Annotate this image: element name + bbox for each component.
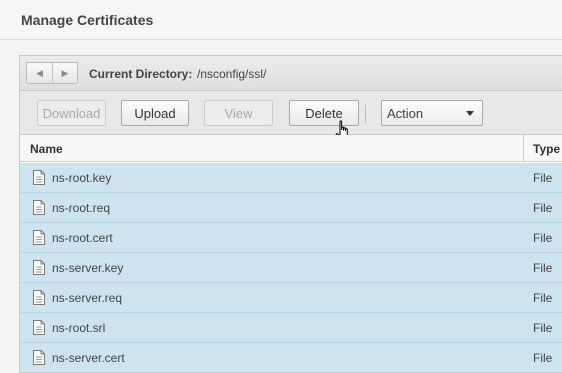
table-header: Name Type	[20, 135, 562, 162]
directory-bar: ◀ ▶ Current Directory: /nsconfig/ssl/	[20, 56, 562, 91]
history-nav: ◀ ▶	[26, 62, 78, 84]
file-name: ns-root.cert	[52, 231, 113, 245]
chevron-left-icon: ◀	[36, 67, 43, 78]
file-name: ns-server.req	[52, 291, 123, 305]
file-type: File	[533, 321, 553, 335]
forward-button[interactable]: ▶	[52, 63, 77, 83]
current-directory-path: /nsconfig/ssl/	[197, 67, 267, 81]
upload-button[interactable]: Upload	[121, 100, 189, 126]
file-type: File	[533, 171, 553, 185]
file-name: ns-root.req	[52, 201, 111, 215]
table-row[interactable]: ns-root.key File	[20, 163, 562, 193]
file-icon	[33, 290, 45, 305]
file-name: ns-server.key	[52, 261, 124, 275]
file-name: ns-server.cert	[52, 351, 125, 365]
toolbar-divider	[365, 105, 366, 123]
table-row[interactable]: ns-server.key File	[20, 253, 562, 283]
column-header-name[interactable]: Name	[30, 142, 63, 156]
action-dropdown-value: Action	[387, 105, 424, 121]
certificate-browser: ◀ ▶ Current Directory: /nsconfig/ssl/ Do…	[19, 55, 562, 373]
download-button[interactable]: Download	[37, 100, 106, 126]
file-type: File	[533, 261, 553, 275]
file-toolbar: Download Upload View Delete Action	[20, 91, 562, 135]
chevron-right-icon: ▶	[61, 67, 69, 78]
file-type: File	[533, 351, 553, 365]
column-header-type[interactable]: Type	[523, 135, 560, 162]
file-name: ns-root.key	[52, 171, 112, 185]
table-row[interactable]: ns-server.cert File	[20, 343, 562, 372]
table-row[interactable]: ns-server.req File	[20, 283, 562, 313]
page-header: Manage Certificates	[0, 0, 562, 40]
file-type: File	[533, 231, 553, 245]
back-button[interactable]: ◀	[27, 63, 52, 83]
table-row[interactable]: ns-root.req File	[20, 193, 562, 223]
file-icon	[33, 320, 45, 335]
view-button[interactable]: View	[204, 100, 273, 126]
action-dropdown[interactable]: Action	[381, 100, 483, 126]
file-icon	[33, 200, 45, 215]
caret-down-icon	[466, 111, 474, 116]
file-icon	[33, 170, 45, 185]
table-row[interactable]: ns-root.srl File	[20, 313, 562, 343]
table-row[interactable]: ns-root.cert File	[20, 223, 562, 253]
file-list: ns-root.key File ns-root.req File ns-roo…	[20, 163, 562, 372]
current-directory-label: Current Directory:	[89, 67, 193, 81]
file-icon	[33, 350, 45, 365]
file-icon	[33, 260, 45, 275]
file-type: File	[533, 201, 553, 215]
file-icon	[33, 230, 45, 245]
file-type: File	[533, 291, 553, 305]
file-name: ns-root.srl	[52, 321, 106, 335]
page-title: Manage Certificates	[21, 12, 154, 28]
